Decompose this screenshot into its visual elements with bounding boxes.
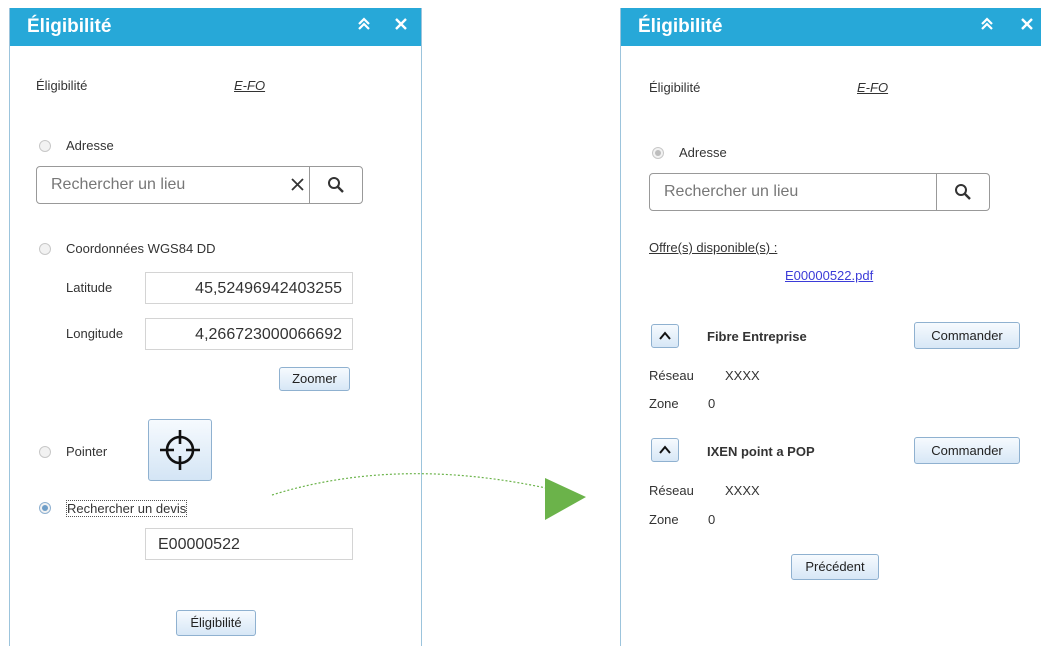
pointer-radio[interactable] — [39, 446, 51, 458]
close-icon[interactable] — [394, 16, 408, 36]
search-box: Rechercher un lieu — [649, 173, 990, 211]
search-icon — [328, 177, 344, 193]
eligibilite-value: E-FO — [857, 80, 889, 95]
adresse-label: Adresse — [66, 138, 114, 153]
panel-title: Éligibilité — [638, 16, 723, 37]
latitude-label: Latitude — [66, 280, 113, 295]
chevron-up-icon — [659, 445, 671, 454]
search-icon — [955, 184, 971, 200]
panel-title-bar: Éligibilité — [621, 8, 1041, 46]
longitude-label: Longitude — [66, 326, 124, 341]
adresse-radio[interactable] — [39, 140, 51, 152]
collapse-offer-button[interactable] — [651, 324, 679, 348]
transition-arrow — [271, 473, 586, 520]
panel-title-bar: Éligibilité — [10, 8, 421, 46]
longitude-field[interactable]: 4,266723000066692 — [145, 318, 353, 350]
adresse-radio[interactable] — [652, 147, 664, 159]
arrow-head-icon — [545, 478, 586, 520]
search-box: Rechercher un lieu — [36, 166, 363, 204]
close-icon[interactable] — [1020, 16, 1034, 36]
search-input[interactable]: Rechercher un lieu — [664, 183, 798, 201]
zone-label: Zone — [649, 512, 679, 527]
previous-button[interactable]: Précédent — [791, 554, 879, 580]
chevron-up-icon — [659, 331, 671, 340]
panel-title: Éligibilité — [27, 16, 112, 37]
collapse-offer-button[interactable] — [651, 438, 679, 462]
offers-heading: Offre(s) disponible(s) : — [649, 240, 778, 255]
reseau-value: XXXX — [725, 368, 760, 383]
reseau-label: Réseau — [649, 483, 694, 498]
zone-value: 0 — [708, 396, 716, 411]
order-button[interactable]: Commander — [914, 437, 1020, 464]
order-button[interactable]: Commander — [914, 322, 1020, 349]
zone-value: 0 — [708, 512, 716, 527]
zone-label: Zone — [649, 396, 679, 411]
eligibility-panel-results: Éligibilité Éligibilité E-FO Adresse Rec… — [620, 8, 1041, 646]
eligibilite-label: Éligibilité — [36, 78, 88, 93]
eligibilite-label: Éligibilité — [649, 80, 701, 95]
pdf-link[interactable]: E00000522.pdf — [785, 268, 873, 283]
zoom-button[interactable]: Zoomer — [279, 367, 350, 391]
reseau-value: XXXX — [725, 483, 760, 498]
offer-name: Fibre Entreprise — [707, 329, 807, 344]
offer-name: IXEN point a POP — [707, 444, 815, 459]
eligibility-panel-form: Éligibilité Éligibilité E-FO Adresse Rec… — [9, 8, 422, 646]
collapse-icon[interactable] — [356, 16, 372, 37]
adresse-label: Adresse — [679, 145, 727, 160]
devis-label: Rechercher un devis — [66, 500, 188, 517]
search-input[interactable]: Rechercher un lieu — [51, 176, 185, 194]
reseau-label: Réseau — [649, 368, 694, 383]
search-button[interactable] — [309, 167, 362, 203]
pointer-label: Pointer — [66, 444, 108, 459]
coords-label: Coordonnées WGS84 DD — [66, 241, 216, 256]
search-button[interactable] — [936, 174, 989, 210]
devis-radio[interactable] — [39, 502, 51, 514]
collapse-icon[interactable] — [979, 16, 995, 37]
pointer-button[interactable] — [148, 419, 212, 481]
crosshair-icon — [160, 430, 200, 470]
eligibilite-value: E-FO — [234, 78, 266, 93]
eligibility-button[interactable]: Éligibilité — [176, 610, 256, 636]
latitude-field[interactable]: 45,52496942403255 — [145, 272, 353, 304]
devis-field[interactable]: E00000522 — [145, 528, 353, 560]
clear-icon[interactable] — [290, 177, 305, 197]
coords-radio[interactable] — [39, 243, 51, 255]
